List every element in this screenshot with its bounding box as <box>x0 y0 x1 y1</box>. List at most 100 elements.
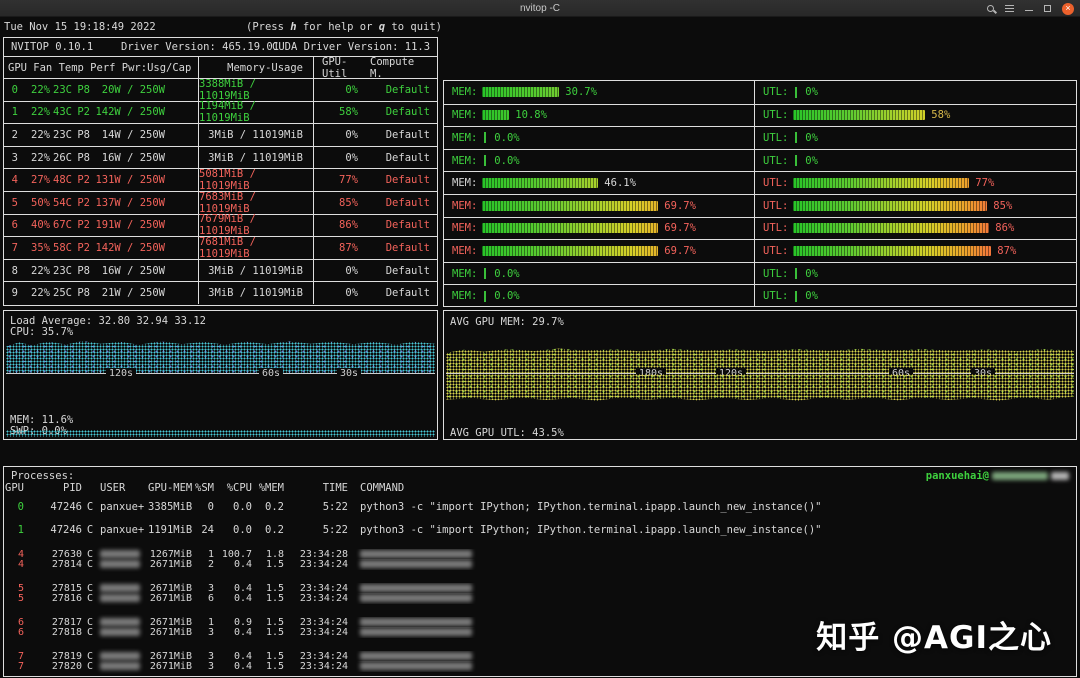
gpu-temp: 54C <box>53 196 72 209</box>
util-bar-empty <box>795 86 798 98</box>
gpu-util-history-graph <box>446 374 1074 401</box>
util-percent-value: 0% <box>805 290 818 303</box>
util-label: UTL: <box>763 177 789 190</box>
gpu-time-axis: 180s 120s 60s 30s <box>446 368 1074 379</box>
command-redacted <box>360 560 472 569</box>
gpu-memory: 3MiB / 11019MiB <box>198 124 314 146</box>
user-host: panxuehai@ <box>926 470 1069 482</box>
gpu-index: 8 <box>11 264 18 277</box>
gpu-row: 1 22% 43C P2 142W / 250W 1194MiB / 11019… <box>4 100 437 124</box>
gpu-fan: 22% <box>31 264 50 277</box>
util-bar-empty <box>795 155 798 167</box>
user-redacted <box>100 662 140 671</box>
gpu-temp: 58C <box>53 241 72 254</box>
mem-label: MEM: <box>452 244 478 257</box>
proc-command <box>348 559 1076 570</box>
proc-cpu: 0.4 <box>233 559 252 571</box>
util-percent-value: 0% <box>805 131 818 144</box>
gpu-row: 0 22% 23C P8 20W / 250W 3388MiB / 11019M… <box>4 78 437 102</box>
menu-icon[interactable] <box>1005 5 1014 12</box>
proc-cpu: 0.0 <box>233 523 252 536</box>
command-redacted <box>360 662 472 671</box>
gpu-compute-mode: Default <box>385 241 430 254</box>
proc-gpu: 7 <box>17 661 24 673</box>
proc-type: C <box>86 650 94 662</box>
window-title: nvitop -C <box>519 2 560 14</box>
util-percent-value: 86% <box>995 222 1015 235</box>
mem-percent-value: 0.0% <box>494 290 520 303</box>
proc-gpu: 1 <box>17 523 24 536</box>
gpu-perf: P8 <box>77 151 90 164</box>
proc-gpu-mem: 2671MiB <box>149 593 192 605</box>
gpu-meter-row: MEM: 0.0% UTL: 0% <box>444 261 1076 285</box>
gpu-fan: 22% <box>31 106 50 119</box>
proc-gpu-mem: 3385MiB <box>148 500 193 513</box>
minimize-button[interactable] <box>1025 9 1033 12</box>
mem-label: MEM: <box>452 109 478 122</box>
util-label: UTL: <box>763 109 789 122</box>
mem-percent-value: 69.7% <box>664 222 696 235</box>
help-hint: (Press h for help or q to quit) <box>246 21 443 33</box>
proc-mem: 1.5 <box>265 593 284 605</box>
user-redacted <box>100 651 140 660</box>
gpu-perf: P8 <box>77 287 90 300</box>
cpu-panel: Load Average: 32.80 32.94 33.12 CPU: 35.… <box>3 310 438 440</box>
proc-sm: 2 <box>207 559 214 571</box>
proc-type: C <box>86 548 94 560</box>
gpu-util: 85% <box>339 196 358 209</box>
time-tick: 60s <box>259 368 284 379</box>
proc-time: 5:22 <box>322 523 348 536</box>
avg-gpu-utl: AVG GPU UTL: 43.5% <box>450 427 564 439</box>
mem-percent-value: 46.1% <box>604 177 636 190</box>
proc-time: 23:34:28 <box>299 548 348 560</box>
proc-gpu: 0 <box>17 500 24 513</box>
search-icon[interactable] <box>987 5 994 12</box>
gpu-util: 0% <box>345 83 358 96</box>
cpu-time-axis: 120s 60s 30s <box>6 368 435 379</box>
proc-gpu: 4 <box>17 559 24 571</box>
proc-time: 5:22 <box>322 500 348 513</box>
util-percent-value: 77% <box>975 177 995 190</box>
gpu-compute-mode: Default <box>385 151 430 164</box>
gpu-perf: P2 <box>77 106 90 119</box>
gpu-compute-mode: Default <box>385 106 430 119</box>
proc-command: python3 -c "import IPython; IPython.term… <box>360 500 822 513</box>
proc-pid: 47246 <box>50 500 82 513</box>
proc-command: python3 -c "import IPython; IPython.term… <box>360 523 822 536</box>
mem-label: MEM: <box>452 177 478 190</box>
command-redacted <box>360 583 472 592</box>
proc-sm: 1 <box>207 616 214 628</box>
gpu-power: 142W / 250W <box>95 106 165 119</box>
gpu-util: 0% <box>345 264 358 277</box>
gpu-index: 7 <box>11 241 18 254</box>
proc-mem: 1.5 <box>265 616 284 628</box>
process-row: 7 27820 C 2671MiB 3 0.4 1.5 23:34:24 <box>4 661 1076 673</box>
gpu-meter-panel: MEM: 30.7% UTL: 0% MEM: 10.8% UTL: 58% MEM: 0… <box>443 80 1077 307</box>
gpu-perf: P8 <box>77 83 90 96</box>
gpu-power: 142W / 250W <box>95 241 165 254</box>
util-percent-value: 58% <box>931 109 951 122</box>
mem-bar <box>482 223 659 234</box>
proc-user: panxue+ <box>100 500 145 513</box>
gpu-row: 4 27% 48C P2 131W / 250W 5081MiB / 11019… <box>4 168 437 192</box>
util-bar <box>793 178 970 189</box>
gpu-index: 0 <box>11 83 18 96</box>
proc-gpu: 4 <box>17 548 24 560</box>
mem-label: MEM: <box>452 86 478 99</box>
command-redacted <box>360 594 472 603</box>
util-percent-value: 0% <box>805 267 818 280</box>
gpu-power: 137W / 250W <box>95 196 165 209</box>
maximize-button[interactable] <box>1044 5 1051 12</box>
close-button[interactable]: × <box>1062 2 1074 15</box>
mem-bar <box>482 200 659 211</box>
mem-label: MEM: <box>452 267 478 280</box>
gpu-temp: 23C <box>53 83 72 96</box>
mem-label: MEM: <box>452 222 478 235</box>
user-redacted <box>100 583 140 592</box>
avg-gpu-panel: AVG GPU MEM: 29.7% 180s 120s 60s 30s AVG GP… <box>443 310 1077 440</box>
gpu-compute-mode: Default <box>385 128 430 141</box>
gpu-index: 9 <box>11 287 18 300</box>
gpu-memory: 3388MiB / 11019MiB <box>198 78 314 102</box>
gpu-memory: 5081MiB / 11019MiB <box>198 168 314 192</box>
proc-pid: 47246 <box>50 523 82 536</box>
